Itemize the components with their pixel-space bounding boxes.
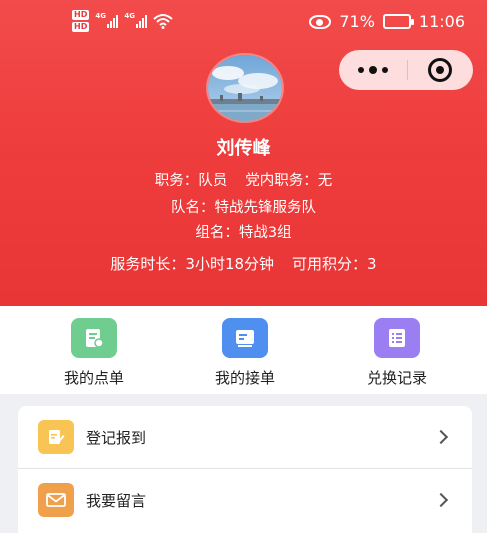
signal-icon: 4G <box>95 12 119 28</box>
quick-exchange-records[interactable]: 兑换记录 <box>342 318 452 388</box>
role-line: 职务：队员 党内职务：无 <box>0 169 487 190</box>
chevron-right-icon <box>433 492 449 508</box>
chevron-right-icon <box>433 429 449 445</box>
accept-doc-icon <box>222 318 268 358</box>
menu-label: 登记报到 <box>86 428 147 447</box>
order-doc-icon <box>71 318 117 358</box>
team-name: 队名：特战先锋服务队 <box>171 200 316 216</box>
more-dots-icon[interactable] <box>339 50 407 90</box>
quick-my-orders[interactable]: 我的点单 <box>39 318 149 388</box>
quick-label: 我的点单 <box>63 369 124 387</box>
menu-item-message[interactable]: 我要留言 <box>18 469 472 531</box>
stats-line: 服务时长：3小时18分钟 可用积分：3 <box>0 253 487 274</box>
service-hours: 服务时长：3小时18分钟 <box>110 255 275 273</box>
quick-accepted-orders[interactable]: 我的接单 <box>190 318 300 388</box>
hd-badge-bottom: HD <box>72 22 90 32</box>
battery-icon <box>382 14 414 29</box>
menu-label: 我要留言 <box>86 491 147 510</box>
signal-icon-2: 4G <box>124 12 148 28</box>
user-name: 刘传峰 <box>216 138 271 159</box>
close-target-icon[interactable] <box>408 50 472 90</box>
register-edit-icon <box>38 420 74 454</box>
mini-program-capsule <box>339 50 473 90</box>
avatar[interactable] <box>206 53 284 123</box>
message-envelope-icon <box>38 483 74 517</box>
menu-list: 登记报到 我要留言 <box>18 406 472 533</box>
group-name: 组名：特战3组 <box>195 225 292 241</box>
quick-label: 我的接单 <box>214 369 275 387</box>
network-type-2: 4G <box>124 12 135 20</box>
profile-header: HD HD 4G 4G 71% 11:06 刘传峰 职务：队员 党内职务：无 队… <box>0 0 487 306</box>
status-bar: HD HD 4G 4G 71% 11:06 <box>0 0 487 44</box>
role: 职务：队员 <box>154 173 228 189</box>
hd-badge-top: HD <box>72 10 90 20</box>
record-list-icon <box>374 318 420 358</box>
status-left: HD HD 4G 4G <box>72 10 174 32</box>
menu-item-register[interactable]: 登记报到 <box>18 406 472 468</box>
status-right: 71% 11:06 <box>309 12 465 31</box>
quick-actions: 我的点单 我的接单 兑换记录 <box>0 306 487 394</box>
party-role: 党内职务：无 <box>245 173 333 189</box>
status-time: 11:06 <box>418 12 465 31</box>
network-type-1: 4G <box>95 12 106 20</box>
eye-icon <box>309 14 332 29</box>
hd-icon: HD HD <box>72 10 90 32</box>
available-points: 可用积分：3 <box>292 255 377 273</box>
wifi-icon <box>153 14 174 29</box>
battery-percent: 71% <box>339 12 375 31</box>
quick-label: 兑换记录 <box>366 369 427 387</box>
